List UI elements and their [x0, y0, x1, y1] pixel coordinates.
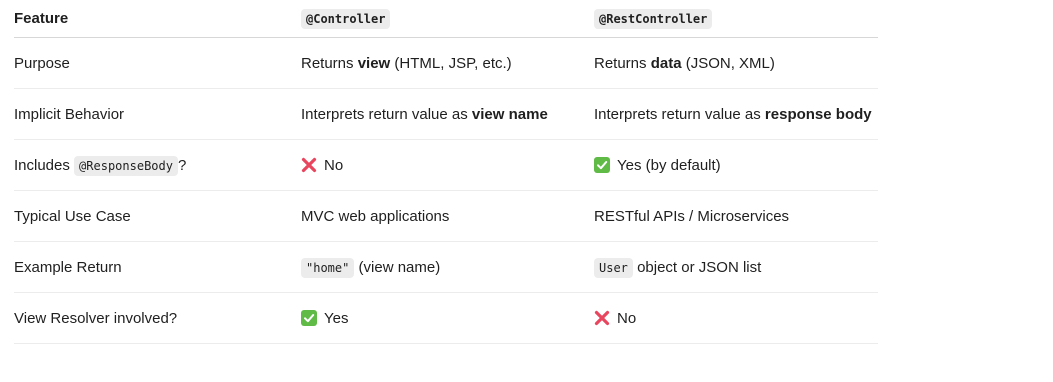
cell-text: Interprets return value as [301, 105, 472, 123]
cell-bold-text: view [357, 54, 391, 72]
controller-cell: "home" (view name) [301, 241, 594, 293]
table-row: View Resolver involved? Yes No [14, 292, 878, 344]
cell-code: "home" [301, 257, 355, 278]
feature-cell: View Resolver involved? [14, 292, 301, 344]
cell-text: ? [177, 156, 187, 174]
controller-cell: No [301, 139, 594, 191]
header-controller-code: @Controller [301, 9, 391, 29]
cell-text: Interprets return value as [594, 105, 765, 123]
table-row: Typical Use Case MVC web applications RE… [14, 190, 878, 242]
feature-cell: Purpose [14, 37, 301, 89]
cell-bold-text: view name [471, 105, 548, 123]
rest-cell: Returns data (JSON, XML) [594, 37, 878, 89]
feature-cell: Implicit Behavior [14, 88, 301, 140]
cell-text: Returns [301, 54, 358, 72]
header-rest-controller: @RestController [594, 0, 878, 38]
cross-mark-icon [301, 157, 317, 173]
cell-text: No [324, 156, 344, 174]
comparison-table: Feature @Controller @RestController Purp… [14, 0, 878, 344]
table-row: Implicit Behavior Interprets return valu… [14, 88, 878, 140]
header-feature: Feature [14, 0, 301, 38]
table-header-row: Feature @Controller @RestController [14, 0, 878, 38]
check-mark-icon [594, 156, 610, 173]
controller-cell: Returns view (HTML, JSP, etc.) [301, 37, 594, 89]
cell-text: (JSON, XML) [681, 54, 775, 72]
cell-bold-text: response body [764, 105, 872, 123]
feature-cell: Typical Use Case [14, 190, 301, 242]
controller-cell: Yes [301, 292, 594, 344]
cell-text: Yes (by default) [617, 156, 721, 174]
feature-cell: Includes @ResponseBody? [14, 139, 301, 191]
header-rest-controller-code: @RestController [594, 9, 713, 29]
comparison-table-container: Feature @Controller @RestController Purp… [14, 0, 878, 344]
rest-cell: No [594, 292, 878, 344]
table-row: Includes @ResponseBody? No Yes (by defau… [14, 139, 878, 191]
cross-mark-icon [594, 310, 610, 326]
cell-text: object or JSON list [632, 258, 762, 276]
cell-text: No [617, 309, 637, 327]
cell-text: (HTML, JSP, etc.) [390, 54, 512, 72]
cell-text: Yes [324, 309, 349, 327]
controller-cell: MVC web applications [301, 190, 594, 242]
check-mark-icon [301, 309, 317, 326]
rest-cell: Yes (by default) [594, 139, 878, 191]
rest-cell: User object or JSON list [594, 241, 878, 293]
cell-code: @ResponseBody [74, 155, 178, 176]
header-controller: @Controller [301, 0, 594, 38]
table-row: Purpose Returns view (HTML, JSP, etc.) R… [14, 37, 878, 89]
controller-cell: Interprets return value as view name [301, 88, 594, 140]
cell-text: Includes [14, 156, 75, 174]
rest-cell: RESTful APIs / Microservices [594, 190, 878, 242]
table-row: Example Return "home" (view name) User o… [14, 241, 878, 293]
feature-cell: Example Return [14, 241, 301, 293]
cell-code: User [594, 257, 633, 278]
cell-text: (view name) [354, 258, 441, 276]
rest-cell: Interprets return value as response body [594, 88, 878, 140]
cell-text: Returns [594, 54, 651, 72]
cell-bold-text: data [650, 54, 682, 72]
